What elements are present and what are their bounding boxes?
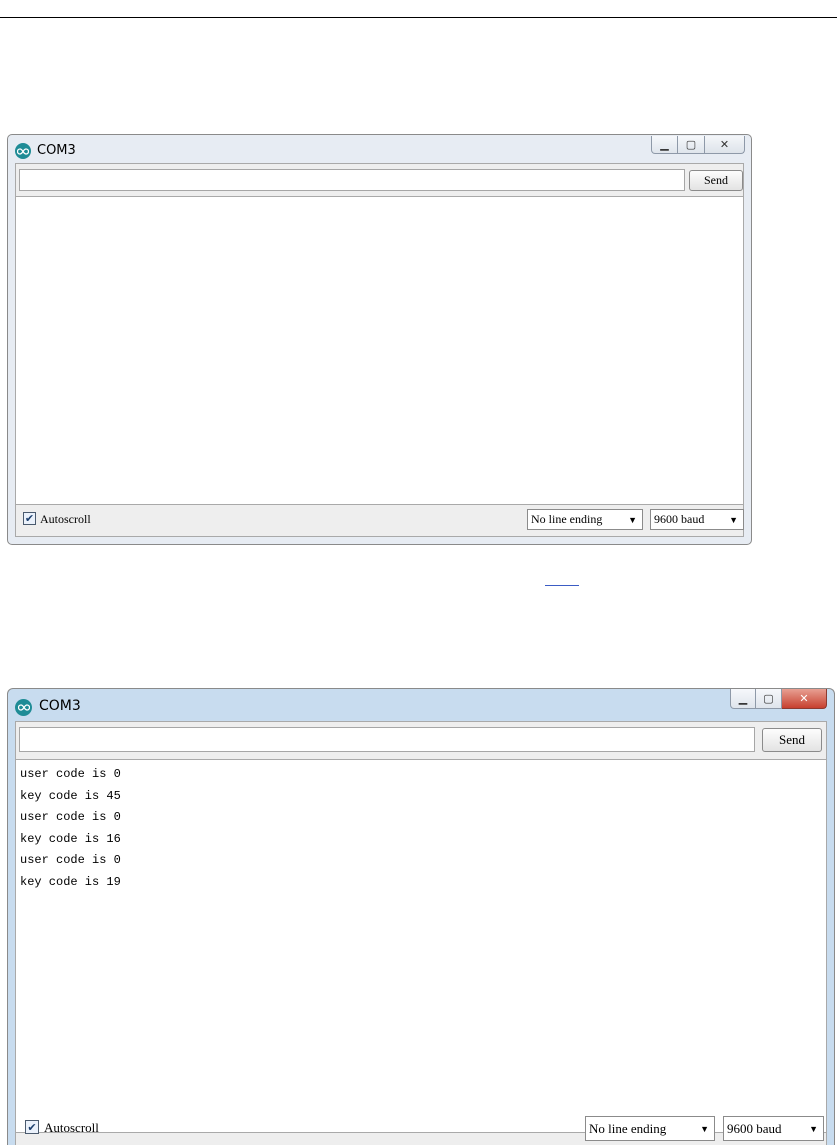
- minimize-icon: ▁: [738, 692, 748, 705]
- maximize-icon: ▢: [685, 138, 697, 151]
- maximize-button[interactable]: ▢: [678, 136, 705, 154]
- title-bar[interactable]: COM3 ▁ ▢ ✕: [8, 689, 834, 721]
- checkmark-icon: ✔: [24, 512, 35, 525]
- serial-send-input[interactable]: [19, 169, 685, 191]
- serial-client-area: Send ✔ Autoscroll No line ending ▼ 9600 …: [15, 163, 744, 537]
- dropdown-arrow-icon: ▼: [729, 514, 738, 525]
- serial-output-area[interactable]: user code is 0 key code is 45 user code …: [16, 759, 826, 1133]
- serial-output-area[interactable]: [16, 196, 743, 505]
- output-line: key code is 19: [20, 874, 121, 889]
- dropdown-arrow-icon: ▼: [809, 1123, 818, 1134]
- line-ending-select[interactable]: No line ending ▼: [527, 509, 643, 530]
- dropdown-arrow-icon: ▼: [628, 514, 637, 525]
- arduino-infinity-icon: [15, 699, 32, 716]
- minimize-icon: ▁: [660, 138, 669, 151]
- output-line: user code is 0: [20, 853, 121, 867]
- window-title: COM3: [39, 698, 81, 714]
- window-controls: ▁ ▢ ✕: [730, 689, 827, 709]
- output-line: user code is 0: [20, 810, 121, 824]
- close-button[interactable]: ✕: [705, 136, 745, 154]
- output-line: key code is 16: [20, 831, 121, 846]
- serial-monitor-window-empty: COM3 ▁ ▢ ✕ Send ✔ Autoscroll No line end…: [7, 134, 752, 545]
- send-button[interactable]: Send: [762, 728, 822, 752]
- close-button[interactable]: ✕: [782, 689, 827, 709]
- arduino-infinity-icon: [15, 143, 31, 159]
- send-button[interactable]: Send: [689, 170, 743, 191]
- hyperlink-underline[interactable]: [545, 585, 579, 586]
- output-line: key code is 45: [20, 788, 121, 803]
- line-ending-value: No line ending: [531, 512, 603, 526]
- checkmark-icon: ✔: [27, 1120, 37, 1134]
- maximize-icon: ▢: [763, 692, 774, 705]
- autoscroll-label[interactable]: Autoscroll: [40, 512, 91, 527]
- autoscroll-checkbox[interactable]: ✔: [23, 512, 36, 525]
- serial-monitor-window-output: COM3 ▁ ▢ ✕ Send user code is 0 key code …: [7, 688, 835, 1145]
- window-title: COM3: [37, 143, 76, 158]
- baud-rate-select[interactable]: 9600 baud ▼: [650, 509, 744, 530]
- minimize-button[interactable]: ▁: [730, 689, 756, 709]
- serial-send-input[interactable]: [19, 727, 755, 752]
- close-icon: ✕: [719, 138, 730, 151]
- page-top-rule: [0, 17, 837, 18]
- serial-client-area: Send user code is 0 key code is 45 user …: [15, 721, 827, 1145]
- dropdown-arrow-icon: ▼: [700, 1123, 709, 1134]
- window-controls: ▁ ▢ ✕: [651, 136, 745, 154]
- autoscroll-label[interactable]: Autoscroll: [44, 1120, 99, 1136]
- output-line: user code is 0: [20, 767, 121, 781]
- line-ending-value: No line ending: [589, 1120, 667, 1136]
- baud-rate-value: 9600 baud: [727, 1120, 782, 1136]
- status-bar: ✔ Autoscroll No line ending ▼ 9600 baud …: [16, 1111, 826, 1145]
- autoscroll-checkbox[interactable]: ✔: [25, 1120, 39, 1134]
- baud-rate-select[interactable]: 9600 baud ▼: [723, 1116, 824, 1141]
- status-bar: ✔ Autoscroll No line ending ▼ 9600 baud …: [16, 504, 744, 536]
- line-ending-select[interactable]: No line ending ▼: [585, 1116, 715, 1141]
- title-bar[interactable]: COM3 ▁ ▢ ✕: [8, 135, 751, 163]
- maximize-button[interactable]: ▢: [756, 689, 782, 709]
- minimize-button[interactable]: ▁: [651, 136, 678, 154]
- close-icon: ✕: [799, 692, 809, 705]
- baud-rate-value: 9600 baud: [654, 512, 705, 526]
